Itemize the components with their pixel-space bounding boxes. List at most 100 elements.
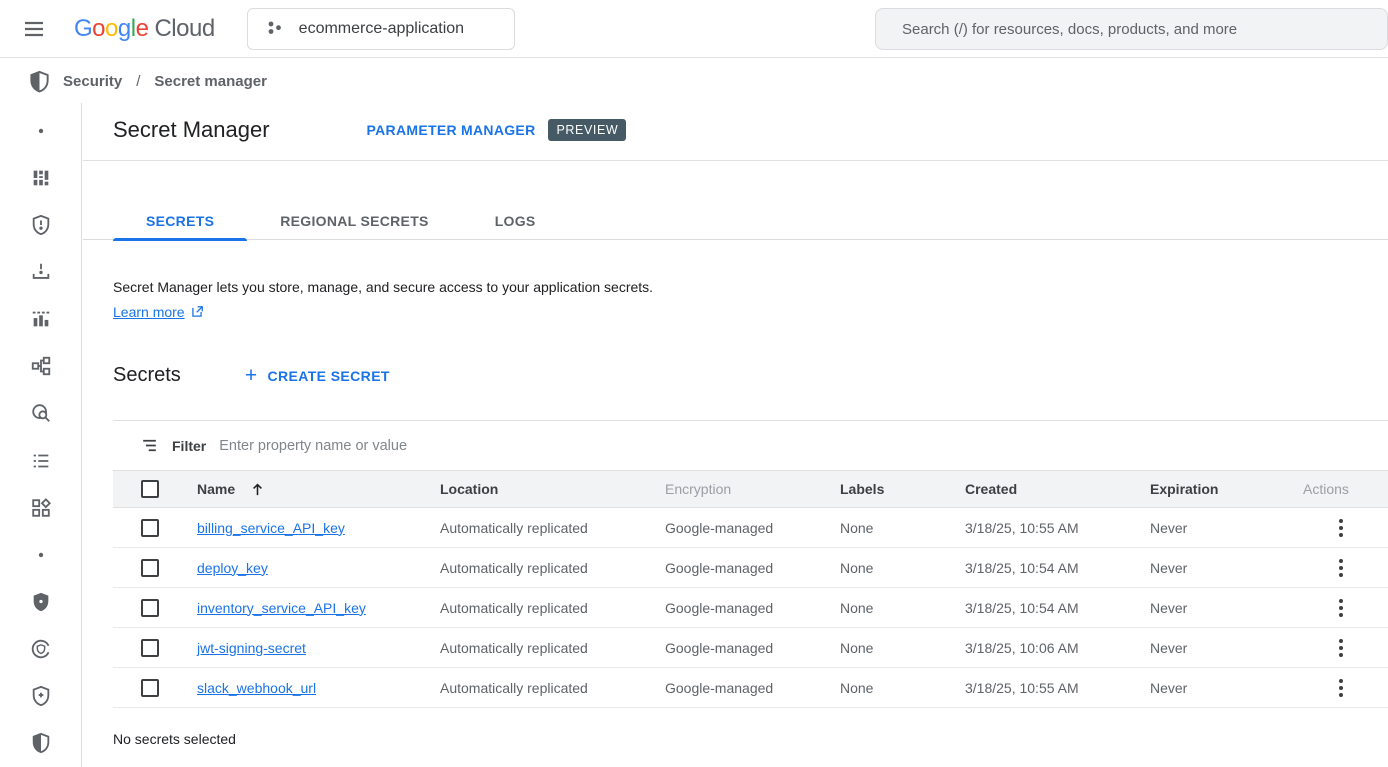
column-header-actions: Actions (1280, 481, 1388, 497)
cell-created: 3/18/25, 10:55 AM (965, 520, 1150, 536)
table-header-row: Name Location Encryption Labels Created … (113, 470, 1388, 508)
cell-encryption: Google-managed (665, 600, 840, 616)
overview-icon[interactable] (0, 154, 82, 201)
row-checkbox[interactable] (141, 679, 159, 697)
tab-logs[interactable]: LOGS (462, 202, 569, 240)
cell-location: Automatically replicated (440, 520, 665, 536)
cell-location: Automatically replicated (440, 640, 665, 656)
table-row: deploy_key Automatically replicated Goog… (113, 548, 1388, 588)
cell-expiration: Never (1150, 520, 1280, 536)
row-actions-menu-icon[interactable] (1329, 636, 1353, 660)
google-cloud-logo[interactable]: Google Cloud (74, 15, 215, 43)
column-header-encryption: Encryption (665, 481, 840, 497)
table-row: billing_service_API_key Automatically re… (113, 508, 1388, 548)
cloud-wordmark: Cloud (154, 15, 214, 43)
column-header-created[interactable]: Created (965, 481, 1150, 497)
search-input[interactable] (902, 21, 1362, 38)
cell-created: 3/18/25, 10:55 AM (965, 680, 1150, 696)
row-actions-menu-icon[interactable] (1329, 556, 1353, 580)
column-header-labels[interactable]: Labels (840, 481, 965, 497)
parameter-manager-link[interactable]: PARAMETER MANAGER (367, 122, 536, 138)
page-description: Secret Manager lets you store, manage, a… (113, 279, 653, 295)
row-checkbox[interactable] (141, 639, 159, 657)
breadcrumb: Security / Secret manager (0, 59, 1388, 103)
google-wordmark: Google (74, 15, 148, 43)
table-body: billing_service_API_key Automatically re… (113, 508, 1388, 708)
filter-bar: Filter (113, 421, 1388, 470)
compliance-ring-icon[interactable] (0, 626, 82, 673)
row-actions-menu-icon[interactable] (1329, 676, 1353, 700)
nav-dot-icon-2[interactable] (0, 531, 82, 578)
cell-expiration: Never (1150, 600, 1280, 616)
search-bar[interactable] (875, 8, 1388, 50)
cell-created: 3/18/25, 10:54 AM (965, 600, 1150, 616)
cell-labels: None (840, 560, 965, 576)
sidebar-nav (0, 103, 82, 767)
cell-created: 3/18/25, 10:06 AM (965, 640, 1150, 656)
secret-name-link[interactable]: deploy_key (197, 560, 268, 576)
page-title: Secret Manager (113, 117, 270, 143)
cell-location: Automatically replicated (440, 600, 665, 616)
row-checkbox[interactable] (141, 519, 159, 537)
plus-icon: + (245, 365, 258, 386)
sort-ascending-icon[interactable] (249, 481, 266, 498)
column-header-name[interactable]: Name (197, 481, 235, 497)
cell-encryption: Google-managed (665, 640, 840, 656)
select-all-checkbox[interactable] (141, 480, 159, 498)
create-secret-button[interactable]: + CREATE SECRET (245, 365, 390, 386)
threat-search-icon[interactable] (0, 390, 82, 437)
row-actions-menu-icon[interactable] (1329, 596, 1353, 620)
security-half-shield-icon[interactable] (0, 720, 82, 767)
cell-location: Automatically replicated (440, 680, 665, 696)
column-header-location[interactable]: Location (440, 481, 665, 497)
table-row: inventory_service_API_key Automatically … (113, 588, 1388, 628)
breadcrumb-section[interactable]: Security (63, 73, 122, 90)
secret-name-link[interactable]: inventory_service_API_key (197, 600, 366, 616)
header-divider (83, 160, 1388, 161)
findings-list-icon[interactable] (0, 437, 82, 484)
tab-regional-secrets[interactable]: REGIONAL SECRETS (247, 202, 461, 240)
project-icon (266, 19, 285, 38)
cell-labels: None (840, 600, 965, 616)
table-row: jwt-signing-secret Automatically replica… (113, 628, 1388, 668)
cell-labels: None (840, 640, 965, 656)
secrets-section-heading: Secrets (113, 364, 181, 387)
preview-badge: PREVIEW (548, 119, 626, 141)
asset-hierarchy-icon[interactable] (0, 343, 82, 390)
nav-dot-icon[interactable] (0, 107, 82, 154)
breadcrumb-page: Secret manager (154, 73, 267, 90)
row-actions-menu-icon[interactable] (1329, 516, 1353, 540)
cell-encryption: Google-managed (665, 520, 840, 536)
secret-name-link[interactable]: billing_service_API_key (197, 520, 345, 536)
menu-icon[interactable] (20, 15, 48, 43)
selection-status-text: No secrets selected (113, 731, 236, 747)
shield-plus-icon[interactable] (0, 673, 82, 720)
tab-secrets[interactable]: SECRETS (113, 202, 247, 240)
project-selector[interactable]: ecommerce-application (247, 8, 515, 50)
shield-filled-icon[interactable] (0, 578, 82, 625)
top-app-bar: Google Cloud ecommerce-application (0, 0, 1388, 58)
cell-location: Automatically replicated (440, 560, 665, 576)
row-checkbox[interactable] (141, 559, 159, 577)
table-row: slack_webhook_url Automatically replicat… (113, 668, 1388, 708)
filter-input[interactable] (219, 438, 839, 454)
posture-chart-icon[interactable] (0, 296, 82, 343)
findings-inbox-icon[interactable] (0, 248, 82, 295)
external-link-icon (190, 305, 204, 319)
learn-more-link[interactable]: Learn more (113, 304, 185, 320)
breadcrumb-separator: / (134, 73, 142, 90)
secret-name-link[interactable]: jwt-signing-secret (197, 640, 306, 656)
cell-encryption: Google-managed (665, 560, 840, 576)
services-grid-icon[interactable] (0, 484, 82, 531)
cell-expiration: Never (1150, 640, 1280, 656)
cell-labels: None (840, 520, 965, 536)
threats-shield-icon[interactable] (0, 201, 82, 248)
cell-encryption: Google-managed (665, 680, 840, 696)
cell-expiration: Never (1150, 560, 1280, 576)
cell-expiration: Never (1150, 680, 1280, 696)
secrets-table: Filter Name Location Encryption Labels C… (113, 420, 1388, 708)
row-checkbox[interactable] (141, 599, 159, 617)
secret-name-link[interactable]: slack_webhook_url (197, 680, 316, 696)
column-header-expiration[interactable]: Expiration (1150, 481, 1280, 497)
security-shield-icon (28, 70, 51, 93)
